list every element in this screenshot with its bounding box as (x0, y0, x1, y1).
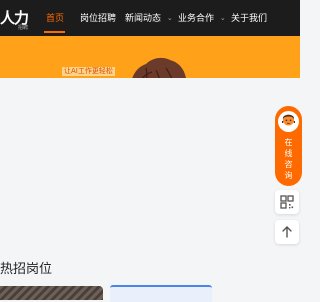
section-title: 热招岗位 (0, 262, 53, 277)
nav-item-jobs[interactable]: 岗位招聘 (80, 11, 116, 24)
consult-label-char: 线 (284, 149, 293, 158)
nav-item-label: 业务合作 (178, 14, 215, 24)
nav-item-label: 新闻动态 (125, 14, 162, 24)
chevron-down-icon: ⌄ (166, 14, 173, 22)
hero-banner[interactable]: 让AI工作更轻松 (0, 36, 300, 78)
top-navigation-bar: 人力 招聘 首页 岗位招聘 新闻动态 ⌄ 业务合作 ⌄ 关于我们 (0, 0, 300, 36)
nav-item-label: 关于我们 (231, 14, 268, 24)
nav-item-news[interactable]: 新闻动态 ⌄ (125, 11, 173, 24)
job-card[interactable] (0, 286, 103, 300)
nav-item-home[interactable]: 首页 (46, 11, 64, 24)
consult-label-char: 咨 (284, 160, 293, 169)
nav-item-business[interactable]: 业务合作 ⌄ (178, 11, 226, 24)
back-to-top-button[interactable] (275, 220, 299, 244)
chevron-down-icon: ⌄ (219, 14, 226, 22)
consult-label: 在线咨询 (275, 137, 302, 181)
consult-label-char: 在 (284, 138, 293, 147)
character-illustration-icon (132, 57, 186, 78)
nav-item-about[interactable]: 关于我们 (231, 11, 267, 24)
job-card[interactable] (110, 285, 212, 302)
qr-code-icon (280, 195, 294, 209)
nav-item-label: 首页 (46, 14, 65, 24)
logo-subtitle: 招聘 (18, 25, 29, 31)
support-avatar-icon (278, 111, 299, 132)
consult-label-char: 询 (284, 171, 293, 180)
online-consult-button[interactable]: 在线咨询 (275, 106, 302, 186)
banner-tagline: 让AI工作更轻松 (62, 67, 115, 76)
back-to-top-icon (282, 226, 292, 238)
nav-item-label: 岗位招聘 (80, 14, 117, 24)
active-nav-indicator (44, 31, 65, 33)
qr-code-button[interactable] (275, 190, 299, 214)
consult-label-text: 在线咨询 (275, 137, 302, 181)
